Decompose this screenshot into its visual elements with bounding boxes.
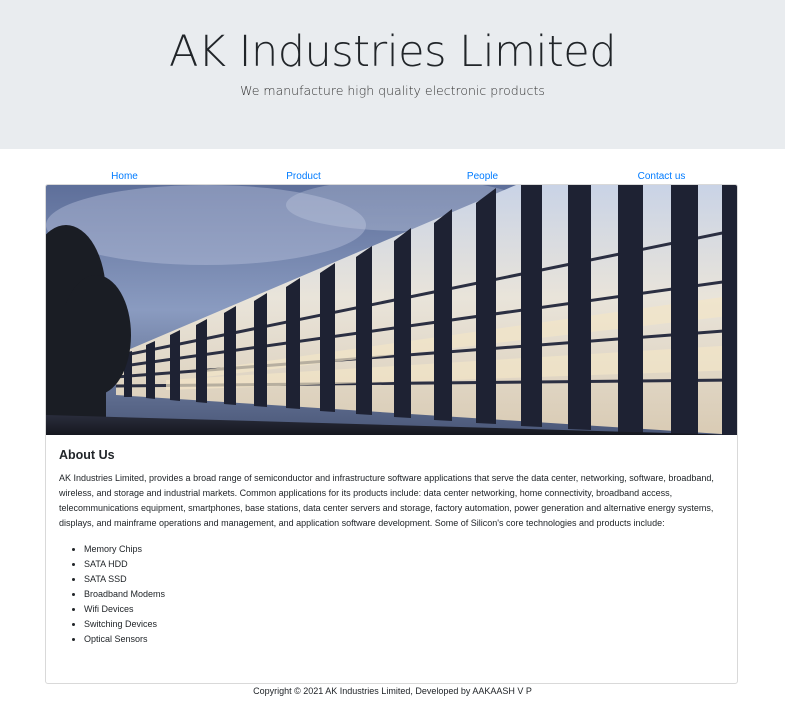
list-item: Optical Sensors [84,632,727,647]
list-item: SATA HDD [84,557,727,572]
list-item: Wifi Devices [84,602,727,617]
header-banner: AK Industries Limited We manufacture hig… [0,0,785,149]
footer-copyright: Copyright © 2021 AK Industries Limited, … [253,686,532,696]
nav-people-link[interactable]: People [393,169,572,185]
list-item: Memory Chips [84,542,727,557]
nav-home-link[interactable]: Home [35,169,214,185]
building-hero-image [46,185,737,435]
products-list: Memory Chips SATA HDD SATA SSD Broadband… [59,542,727,647]
nav-contact-link[interactable]: Contact us [572,169,751,185]
site-subtitle: We manufacture high quality electronic p… [240,83,545,98]
about-card: About Us AK Industries Limited, provides… [45,184,738,684]
list-item: Broadband Modems [84,587,727,602]
list-item: SATA SSD [84,572,727,587]
about-heading: About Us [59,448,115,462]
about-text: AK Industries Limited, provides a broad … [59,473,714,528]
site-title: AK Industries Limited [168,27,617,77]
about-section: About Us AK Industries Limited, provides… [59,447,727,647]
main-nav: Home Product People Contact us [35,169,751,185]
list-item: Switching Devices [84,617,727,632]
nav-product-link[interactable]: Product [214,169,393,185]
